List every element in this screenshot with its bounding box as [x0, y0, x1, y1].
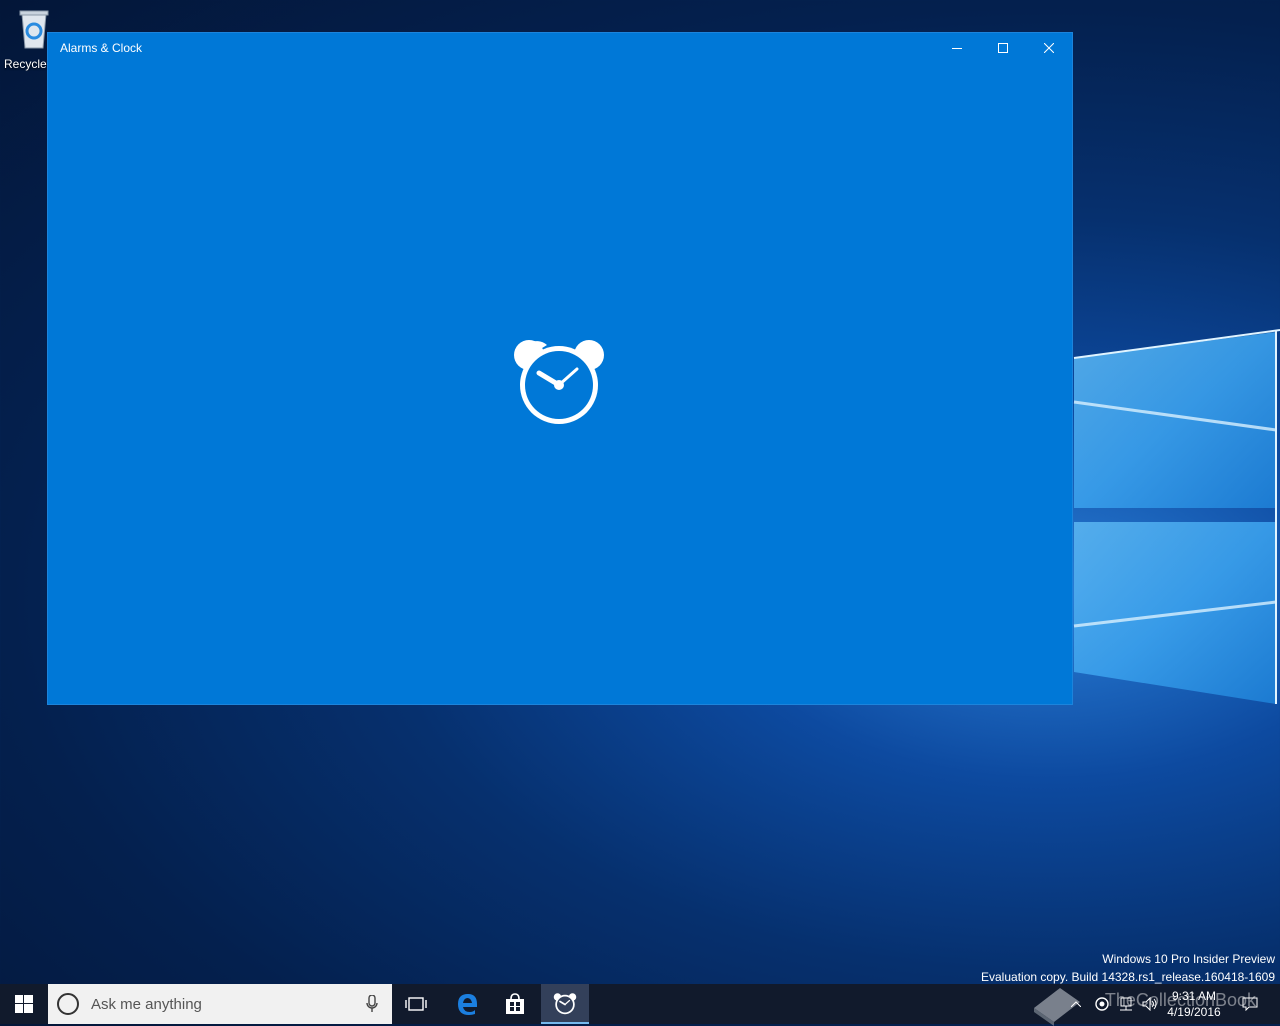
minimize-icon	[952, 48, 962, 49]
start-button[interactable]	[0, 984, 48, 1024]
alarm-clock-icon	[514, 340, 604, 424]
alarms-clock-window: Alarms & Clock	[47, 32, 1073, 705]
clock-date: 4/19/2016	[1167, 1005, 1221, 1019]
search-input[interactable]	[89, 994, 353, 1014]
store-icon	[506, 993, 524, 1014]
store-button[interactable]	[491, 984, 539, 1024]
cortana-search-box[interactable]	[48, 984, 392, 1024]
task-view-icon	[405, 997, 427, 1011]
alarms-clock-taskbar-button[interactable]	[541, 984, 589, 1024]
network-icon	[1120, 997, 1132, 1011]
network-tray-button[interactable]	[1116, 994, 1136, 1014]
windows-logo-wallpaper	[1073, 329, 1280, 704]
edge-button[interactable]	[443, 984, 491, 1024]
maximize-icon	[998, 43, 1008, 53]
location-tray-button[interactable]	[1092, 994, 1112, 1014]
windows-start-icon	[15, 995, 33, 1013]
volume-icon	[1142, 997, 1157, 1011]
location-icon	[1095, 997, 1109, 1011]
watermark-line-1: Windows 10 Pro Insider Preview	[1102, 952, 1275, 966]
action-center-button[interactable]	[1240, 994, 1260, 1014]
taskbar: TheCollectionBook 9:31 AM 4/19/2016	[0, 984, 1280, 1026]
window-titlebar[interactable]: Alarms & Clock	[48, 33, 1072, 65]
close-button[interactable]	[1026, 33, 1072, 63]
task-view-button[interactable]	[392, 984, 440, 1024]
taskbar-clock[interactable]: 9:31 AM 4/19/2016	[1164, 988, 1224, 1020]
clock-time: 9:31 AM	[1171, 989, 1217, 1003]
system-tray: TheCollectionBook 9:31 AM 4/19/2016	[1020, 984, 1280, 1026]
minimize-button[interactable]	[934, 33, 980, 63]
chevron-up-icon	[1071, 1001, 1081, 1007]
close-icon	[1044, 43, 1054, 53]
microphone-icon[interactable]	[366, 995, 378, 1013]
volume-tray-button[interactable]	[1140, 994, 1160, 1014]
window-title: Alarms & Clock	[60, 41, 143, 55]
notifications-icon	[1242, 997, 1258, 1011]
maximize-button[interactable]	[980, 33, 1026, 63]
edge-icon	[458, 994, 477, 1015]
desktop-icon-label: Recycle Bin	[4, 57, 50, 71]
alarms-clock-icon	[553, 993, 577, 1015]
show-hidden-icons-button[interactable]	[1066, 994, 1086, 1014]
evaluation-watermark: Windows 10 Pro Insider Preview Evaluatio…	[981, 950, 1275, 986]
cortana-icon	[57, 993, 79, 1015]
